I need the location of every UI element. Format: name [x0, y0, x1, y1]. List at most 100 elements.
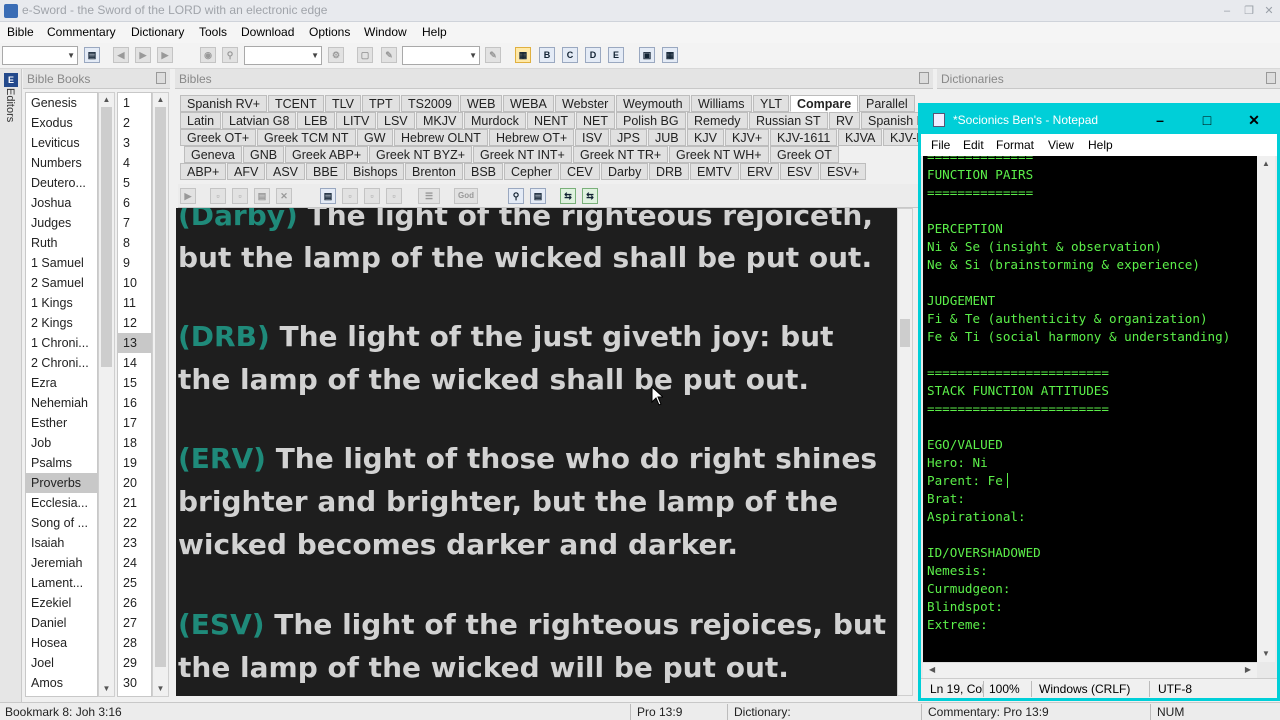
book-item[interactable]: Ezra [26, 373, 97, 393]
chapter-item[interactable]: 23 [118, 533, 151, 553]
bible-tab[interactable]: BSB [464, 163, 504, 180]
np-menu-format[interactable]: Format [996, 138, 1034, 152]
lookup-icon[interactable]: ⚙ [328, 47, 344, 63]
chapter-item[interactable]: 29 [118, 653, 151, 673]
bible-tab[interactable]: WEB [460, 95, 503, 112]
bible-tab[interactable]: Hebrew OLNT [394, 129, 488, 146]
bible-tab[interactable]: Greek NT BYZ+ [369, 146, 473, 163]
book-item[interactable]: Leviticus [26, 133, 97, 153]
bible-tab[interactable]: LITV [336, 112, 377, 129]
bible-tab[interactable]: Williams [691, 95, 752, 112]
chapter-item[interactable]: 20 [118, 473, 151, 493]
editor-icon[interactable]: E [4, 73, 18, 87]
bible-tab[interactable]: Weymouth [616, 95, 690, 112]
bible-tab[interactable]: Greek ABP+ [285, 146, 369, 163]
scroll-up-icon[interactable]: ▲ [1257, 156, 1275, 172]
copy-icon[interactable]: ▫ [210, 188, 226, 204]
maximize-icon[interactable]: □ [1184, 106, 1230, 134]
bible-tab[interactable]: KJV+ [725, 129, 770, 146]
book-combo[interactable]: ▼ [2, 46, 78, 65]
book-item[interactable]: 1 Samuel [26, 253, 97, 273]
export-icon[interactable]: ▫ [232, 188, 248, 204]
bible-tab[interactable]: JUB [648, 129, 686, 146]
bible-tab[interactable]: Darby [601, 163, 649, 180]
menu-commentary[interactable]: Commentary [47, 25, 116, 39]
dictionary-view-icon[interactable]: D [585, 47, 601, 63]
book-item[interactable]: Ezekiel [26, 593, 97, 613]
bible-tab[interactable]: Polish BG [616, 112, 686, 129]
book-item[interactable]: Judges [26, 213, 97, 233]
bible-tab[interactable]: Compare [790, 95, 859, 112]
notepad-text-area[interactable]: ============== FUNCTION PAIRS ============… [923, 156, 1257, 662]
scroll-left-icon[interactable]: ◀ [929, 665, 935, 674]
menu-help[interactable]: Help [422, 25, 447, 39]
book-item[interactable]: 1 Chroni... [26, 333, 97, 353]
book-item[interactable]: 2 Kings [26, 313, 97, 333]
book-item[interactable]: Esther [26, 413, 97, 433]
book-item[interactable]: 2 Samuel [26, 273, 97, 293]
bible-tab[interactable]: ASV [266, 163, 306, 180]
version-label[interactable]: (ESV) [178, 608, 265, 641]
forward-icon[interactable]: ▶ [135, 47, 151, 63]
book-item[interactable]: Ecclesia... [26, 493, 97, 513]
chapter-item[interactable]: 11 [118, 293, 151, 313]
zoom-icon[interactable]: ⚲ [508, 188, 524, 204]
minimize-icon[interactable]: – [1137, 106, 1183, 134]
chapter-item[interactable]: 24 [118, 553, 151, 573]
np-menu-view[interactable]: View [1048, 138, 1074, 152]
bible-tab[interactable]: RV [829, 112, 861, 129]
notepad-window[interactable]: *Socionics Ben's - Notepad – □ ✕ File Ed… [918, 103, 1280, 701]
chapter-item[interactable]: 1 [118, 93, 151, 113]
version-label[interactable]: (DRB) [178, 320, 270, 353]
scroll-up-icon[interactable]: ▲ [99, 93, 114, 107]
bible-tab[interactable]: Greek NT TR+ [573, 146, 669, 163]
columns-icon[interactable]: ▤ [530, 188, 546, 204]
graphics-icon[interactable]: ▣ [639, 47, 655, 63]
chapter-item[interactable]: 26 [118, 593, 151, 613]
pen-icon[interactable]: ✎ [485, 47, 501, 63]
bible-tab[interactable]: ISV [575, 129, 610, 146]
chapter-item[interactable]: 3 [118, 133, 151, 153]
chapter-item[interactable]: 10 [118, 273, 151, 293]
bible-tab[interactable]: Remedy [687, 112, 748, 129]
scroll-thumb[interactable] [155, 107, 166, 667]
chapter-item[interactable]: 21 [118, 493, 151, 513]
chapter-item[interactable]: 19 [118, 453, 151, 473]
bible-tab[interactable]: Spanish RV+ [180, 95, 268, 112]
version-label[interactable]: (Darby) [178, 208, 298, 232]
editor-view-icon[interactable]: E [608, 47, 624, 63]
bible-tab[interactable]: AFV [227, 163, 266, 180]
bible-tab[interactable]: Russian ST [749, 112, 828, 129]
bible-tab[interactable]: WEBA [503, 95, 554, 112]
book-item[interactable]: Lament... [26, 573, 97, 593]
chapter-item[interactable]: 30 [118, 673, 151, 693]
bible-tab[interactable]: Hebrew OT+ [489, 129, 575, 146]
chapter-item[interactable]: 17 [118, 413, 151, 433]
chapter-item[interactable]: 22 [118, 513, 151, 533]
bible-tab[interactable]: KJVA [838, 129, 883, 146]
menu-dictionary[interactable]: Dictionary [131, 25, 184, 39]
highlighter-icon[interactable]: ✎ [381, 47, 397, 63]
chapter-item[interactable]: 2 [118, 113, 151, 133]
document-icon[interactable]: ▤ [320, 188, 336, 204]
commentary-view-icon[interactable]: C [562, 47, 578, 63]
bible-view-icon[interactable]: B [539, 47, 555, 63]
print-icon[interactable]: ▤ [254, 188, 270, 204]
format-icon[interactable]: ▫ [386, 188, 402, 204]
bible-tab[interactable]: Cepher [504, 163, 559, 180]
copy-verses-icon[interactable]: ▫ [342, 188, 358, 204]
pin-icon[interactable] [1266, 72, 1276, 84]
bible-tab[interactable]: Parallel [859, 95, 915, 112]
book-item[interactable]: 2 Chroni... [26, 353, 97, 373]
bible-tab[interactable]: Greek NT INT+ [473, 146, 572, 163]
chapter-item[interactable]: 12 [118, 313, 151, 333]
pin-icon[interactable] [919, 72, 929, 84]
bible-tab[interactable]: Greek OT+ [180, 129, 257, 146]
book-item[interactable]: Deutero... [26, 173, 97, 193]
book-item[interactable]: Joshua [26, 193, 97, 213]
book-item[interactable]: Numbers [26, 153, 97, 173]
book-item[interactable]: Genesis [26, 93, 97, 113]
bible-tab[interactable]: ESV+ [820, 163, 867, 180]
menu-download[interactable]: Download [241, 25, 294, 39]
bible-tab[interactable]: NET [576, 112, 615, 129]
